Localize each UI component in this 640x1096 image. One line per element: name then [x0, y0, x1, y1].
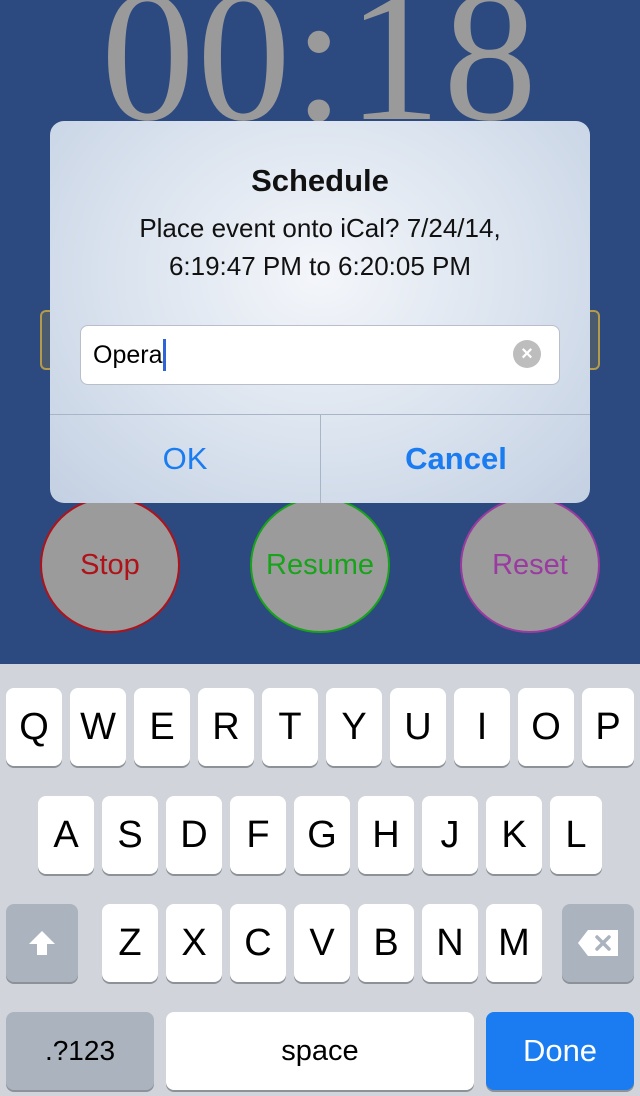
key-h[interactable]: H [358, 796, 414, 874]
shift-arrow-icon [29, 931, 55, 955]
clear-text-icon[interactable]: × [513, 340, 541, 368]
key-p[interactable]: P [582, 688, 634, 766]
event-name-input[interactable]: Opera × [80, 325, 560, 385]
key-s[interactable]: S [102, 796, 158, 874]
done-key[interactable]: Done [486, 1012, 634, 1090]
resume-button[interactable]: Resume [250, 497, 390, 633]
key-a[interactable]: A [38, 796, 94, 874]
key-y[interactable]: Y [326, 688, 382, 766]
cancel-button[interactable]: Cancel [321, 415, 590, 503]
key-r[interactable]: R [198, 688, 254, 766]
key-j[interactable]: J [422, 796, 478, 874]
key-u[interactable]: U [390, 688, 446, 766]
key-k[interactable]: K [486, 796, 542, 874]
key-o[interactable]: O [518, 688, 574, 766]
backspace-icon [578, 930, 618, 956]
ok-button[interactable]: OK [50, 415, 320, 503]
key-w[interactable]: W [70, 688, 126, 766]
key-v[interactable]: V [294, 904, 350, 982]
alert-title: Schedule [251, 163, 389, 198]
stop-button[interactable]: Stop [40, 497, 180, 633]
key-x[interactable]: X [166, 904, 222, 982]
shift-key[interactable] [6, 904, 78, 982]
event-name-value: Opera [93, 340, 163, 369]
key-m[interactable]: M [486, 904, 542, 982]
alert-message-line-1: Place event onto iCal? 7/24/14, [139, 213, 501, 243]
key-q[interactable]: Q [6, 688, 62, 766]
key-z[interactable]: Z [102, 904, 158, 982]
key-f[interactable]: F [230, 796, 286, 874]
key-i[interactable]: I [454, 688, 510, 766]
backspace-key[interactable] [562, 904, 634, 982]
space-key[interactable]: space [166, 1012, 474, 1090]
schedule-alert: Schedule Place event onto iCal? 7/24/14,… [50, 121, 590, 503]
text-caret [163, 339, 167, 371]
alert-message-line-2: 6:19:47 PM to 6:20:05 PM [168, 251, 472, 281]
numbers-key[interactable]: .?123 [6, 1012, 154, 1090]
key-d[interactable]: D [166, 796, 222, 874]
key-c[interactable]: C [230, 904, 286, 982]
reset-button[interactable]: Reset [460, 497, 600, 633]
key-l[interactable]: L [550, 796, 602, 874]
alert-message: Place event onto iCal? 7/24/14, 6:19:47 … [70, 209, 570, 285]
keyboard: Q W E R T Y U I O P A S D F G H J K L Z … [0, 664, 640, 1096]
key-b[interactable]: B [358, 904, 414, 982]
key-n[interactable]: N [422, 904, 478, 982]
key-t[interactable]: T [262, 688, 318, 766]
key-e[interactable]: E [134, 688, 190, 766]
key-g[interactable]: G [294, 796, 350, 874]
